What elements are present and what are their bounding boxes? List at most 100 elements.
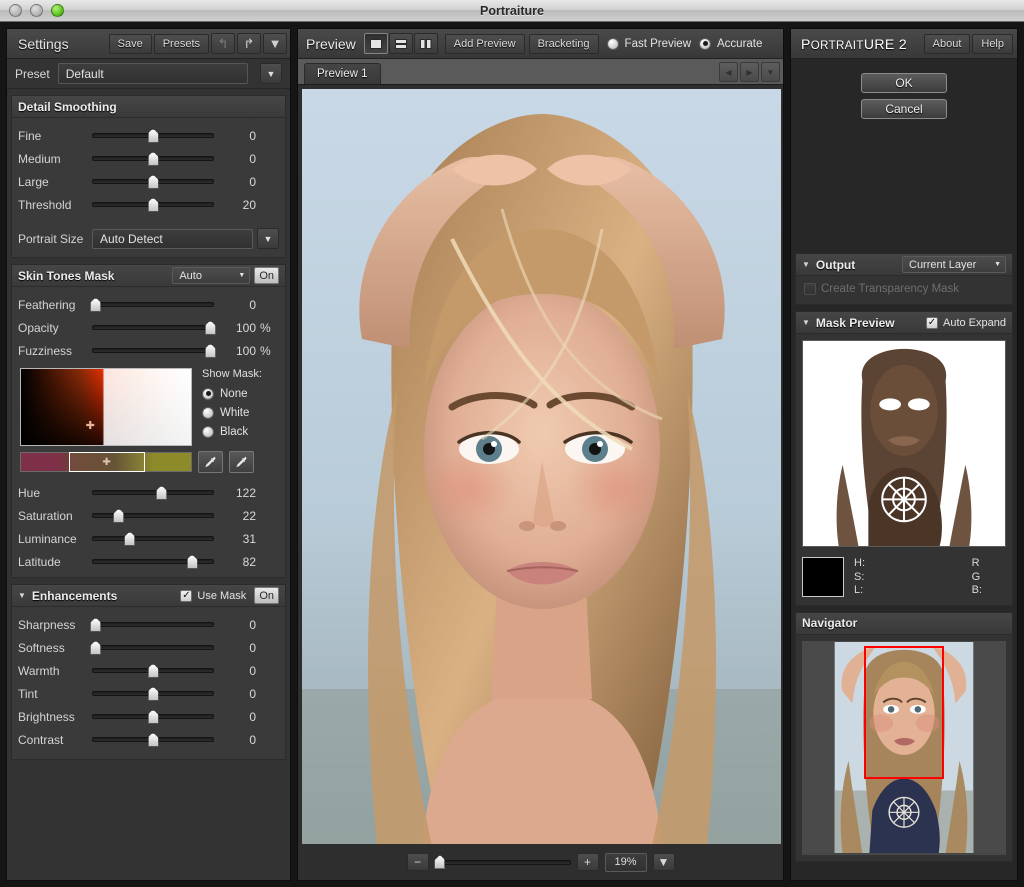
detail-threshold-slider-knob[interactable]: [147, 197, 159, 212]
detail-large-slider-track[interactable]: [92, 174, 214, 190]
skin-fuzziness-slider-track[interactable]: [92, 343, 216, 359]
add-preview-button[interactable]: Add Preview: [444, 33, 525, 54]
skin-saturation-slider-track[interactable]: [92, 508, 214, 524]
view-split-horizontal-icon[interactable]: [388, 33, 413, 54]
redo-icon[interactable]: ↱: [237, 33, 261, 54]
detail-fine-slider-row: Fine 0: [12, 124, 285, 147]
enh-contrast-slider-knob[interactable]: [147, 732, 159, 747]
preset-dropdown-icon[interactable]: ▼: [260, 63, 282, 84]
skin-saturation-slider-knob[interactable]: [113, 508, 125, 523]
detail-large-slider-row: Large 0: [12, 170, 285, 193]
ok-button[interactable]: OK: [861, 73, 947, 93]
transparency-mask-row[interactable]: Create Transparency Mask: [796, 276, 1012, 304]
triangle-down-icon[interactable]: ▼: [761, 62, 780, 82]
enh-warmth-slider-knob[interactable]: [147, 663, 159, 678]
skin-opacity-slider-track[interactable]: [92, 320, 216, 336]
undo-icon[interactable]: ↰: [211, 33, 235, 54]
skin-latitude-slider-knob[interactable]: [186, 554, 198, 569]
color-readout: H: S: L: R G B:: [796, 553, 1012, 605]
view-split-vertical-icon[interactable]: [413, 33, 438, 54]
triangle-left-icon[interactable]: ◀: [719, 62, 738, 82]
preview-image-stage[interactable]: [302, 89, 781, 846]
enh-sharpness-slider-track[interactable]: [90, 617, 214, 633]
enh-softness-slider-track[interactable]: [90, 640, 214, 656]
skin-hue-slider-track[interactable]: [92, 485, 214, 501]
navigator-thumbnail[interactable]: [802, 640, 1006, 855]
enh-brightness-slider-knob[interactable]: [147, 709, 159, 724]
settings-header: Settings Save Presets ↰ ↱ ▼: [7, 29, 290, 59]
preview-title: Preview: [306, 35, 356, 52]
eyedropper-subtract-icon[interactable]: [229, 451, 254, 473]
about-button[interactable]: About: [923, 33, 971, 54]
auto-expand-checkbox[interactable]: ✓: [926, 316, 938, 329]
enh-brightness-slider-track[interactable]: [92, 709, 214, 725]
enh-tint-slider-track[interactable]: [92, 686, 214, 702]
skin-mask-mode-value: Auto: [179, 269, 202, 282]
show-mask-label: Show Mask:: [202, 368, 262, 380]
color-gradient-field[interactable]: ✚: [20, 368, 192, 446]
portrait-size-dropdown-icon[interactable]: ▼: [257, 228, 279, 249]
skin-luminance-slider-knob[interactable]: [124, 531, 136, 546]
zoom-in-button[interactable]: +: [576, 853, 599, 871]
skin-feathering-slider-knob[interactable]: [90, 297, 102, 312]
hue-range-selection[interactable]: ✚: [68, 452, 145, 472]
presets-button[interactable]: Presets: [153, 33, 209, 54]
enh-brightness-slider-row: Brightness 0: [12, 705, 285, 728]
mask-preview-header[interactable]: ▼ Mask Preview ✓ Auto Expand: [796, 312, 1012, 334]
help-button[interactable]: Help: [972, 33, 1013, 54]
skin-hue-slider-knob[interactable]: [156, 485, 168, 500]
enh-softness-slider-knob[interactable]: [90, 640, 102, 655]
preview-tab-1[interactable]: Preview 1: [304, 63, 381, 84]
zoom-slider-knob[interactable]: [434, 855, 446, 869]
navigator-view-rect[interactable]: [863, 645, 945, 780]
settings-menu-icon[interactable]: ▼: [263, 33, 287, 54]
eyedropper-add-icon[interactable]: [198, 451, 223, 473]
preset-select[interactable]: Default: [57, 63, 248, 84]
triangle-right-icon[interactable]: ▶: [740, 62, 759, 82]
output-header[interactable]: ▼ Output Current Layer ▼: [796, 254, 1012, 276]
zoom-level-value[interactable]: 19%: [604, 852, 647, 872]
skin-luminance-slider-track[interactable]: [92, 531, 214, 547]
skin-feathering-slider-track[interactable]: [90, 297, 214, 313]
chevron-down-icon: ▼: [18, 591, 26, 600]
save-button[interactable]: Save: [108, 33, 152, 54]
detail-smoothing-header[interactable]: Detail Smoothing: [12, 96, 285, 118]
fast-preview-radio[interactable]: Fast Preview: [606, 37, 691, 50]
show-mask-option-none[interactable]: None: [202, 384, 262, 403]
skin-latitude-slider-track[interactable]: [92, 554, 214, 570]
skin-mask-toggle-button[interactable]: On: [254, 267, 279, 284]
view-single-icon[interactable]: [363, 33, 388, 54]
enhancements-toggle-button[interactable]: On: [254, 587, 279, 604]
detail-fine-slider-track[interactable]: [92, 128, 214, 144]
detail-threshold-slider-track[interactable]: [92, 197, 214, 213]
cancel-button[interactable]: Cancel: [861, 99, 947, 119]
hue-range-bar[interactable]: ✚: [20, 452, 192, 472]
detail-large-slider-knob[interactable]: [147, 174, 159, 189]
enh-warmth-slider-track[interactable]: [92, 663, 214, 679]
zoom-out-button[interactable]: −: [406, 853, 429, 871]
preview-photo[interactable]: [302, 89, 781, 846]
brand-text-a: ORTRAIT: [810, 39, 864, 52]
enhancements-header[interactable]: ▼ Enhancements ✓ Use Mask On: [12, 585, 285, 607]
create-transparency-mask-checkbox[interactable]: [804, 283, 816, 295]
skin-mask-mode-select[interactable]: Auto ▼: [172, 267, 251, 284]
zoom-preset-dropdown-icon[interactable]: ▼: [652, 853, 675, 871]
enh-contrast-slider-track[interactable]: [92, 732, 214, 748]
use-mask-checkbox[interactable]: ✓: [180, 589, 193, 602]
show-mask-option-white[interactable]: White: [202, 403, 262, 422]
detail-medium-slider-track[interactable]: [92, 151, 214, 167]
zoom-slider[interactable]: [434, 854, 571, 870]
detail-medium-slider-knob[interactable]: [147, 151, 159, 166]
accurate-radio[interactable]: Accurate: [699, 37, 762, 50]
output-target-select[interactable]: Current Layer ▼: [902, 256, 1006, 273]
bracketing-button[interactable]: Bracketing: [528, 33, 599, 54]
show-mask-option-black[interactable]: Black: [202, 422, 262, 441]
enh-tint-slider-knob[interactable]: [147, 686, 159, 701]
detail-fine-slider-knob[interactable]: [147, 128, 159, 143]
skin-hue-slider-label: Hue: [18, 485, 41, 500]
skin-tones-mask-header[interactable]: Skin Tones Mask Auto ▼ On: [12, 265, 285, 287]
portrait-size-select[interactable]: Auto Detect: [92, 228, 253, 249]
window-title: Portraiture: [480, 3, 544, 18]
enh-sharpness-slider-knob[interactable]: [90, 617, 102, 632]
mask-thumbnail[interactable]: [802, 340, 1006, 547]
